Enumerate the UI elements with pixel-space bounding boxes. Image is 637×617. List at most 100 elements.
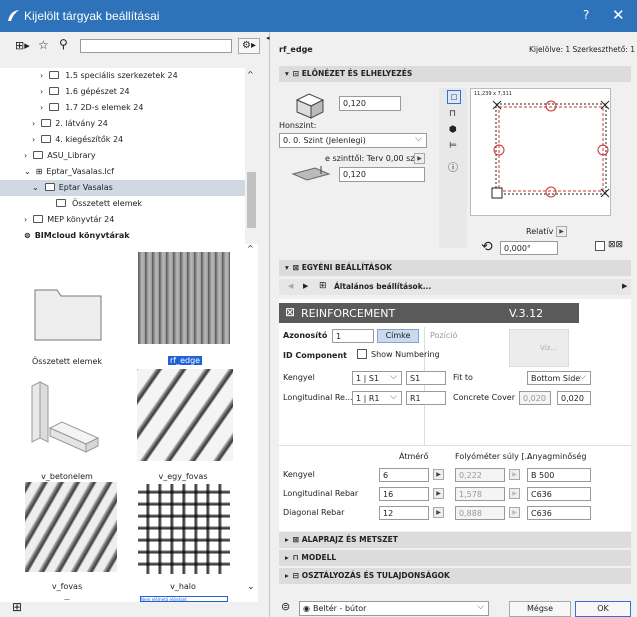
tree-item[interactable]: › ASU_Library [24, 148, 96, 164]
info-icon[interactable]: ⓘ [448, 159, 458, 174]
3d-view-icon[interactable]: ⬢ [449, 125, 457, 135]
preview-section-header[interactable]: ▾ ⊡ ELŐNÉZET ÉS ELHELYEZÉS [279, 66, 631, 82]
folder-thumb-icon[interactable] [33, 282, 103, 342]
collapse-arrow-icon[interactable]: ◂ [266, 34, 270, 42]
thumb-label-selected[interactable]: rf_edge [168, 356, 203, 365]
fit-to-select[interactable]: Bottom Side [527, 371, 591, 385]
offset-reference-button[interactable]: ▶ [414, 153, 425, 164]
relative-button[interactable]: ▶ [556, 226, 567, 237]
cover-input[interactable]: 0,020 [557, 391, 591, 405]
cimke-button[interactable]: Címke [377, 329, 419, 343]
layer-select[interactable]: ◉ Beltér - bútor [299, 601, 489, 616]
kengyel-input[interactable]: S1 [406, 371, 446, 385]
preview-canvas: 11,239 x 7,311 [470, 88, 611, 216]
tree-item[interactable]: ⊜ BIMcloud könyvtárak [24, 228, 130, 244]
reinforcement-panel: ⊠ REINFORCEMENT V.3.12 Azonosító 1 Címke… [279, 299, 631, 531]
row-weight-input: 1,578 [455, 487, 505, 501]
height-input[interactable]: 0,120 [339, 96, 401, 111]
archicad-logo-icon [8, 10, 19, 21]
library-tree: › 1.5 speciális szerkezetek 24 › 1.6 gépés… [0, 68, 258, 266]
home-story-select[interactable]: 0. 0. Szint (Jelenlegi) [279, 133, 427, 148]
fit-to-label: Fit to [453, 373, 473, 382]
offset-icon [291, 164, 331, 184]
window-title: Kijelölt tárgyak beállításai [24, 9, 160, 23]
row-diameter-button[interactable]: ▶ [433, 469, 444, 480]
offset-label: e szinttől: Terv 0,00 szint [325, 154, 425, 163]
thumb-label[interactable]: v_betonelem [12, 472, 122, 481]
ok-button[interactable]: OK [575, 601, 631, 617]
row-diameter-button[interactable]: ▶ [433, 488, 444, 499]
angle-input[interactable]: 0,000° [500, 241, 558, 255]
longitudinal-label: Longitudinal Re... [283, 393, 353, 402]
classification-section-header[interactable]: ▸ ⊟ OSZTÁLYOZÁS ÉS TULAJDONSÁGOK [279, 568, 631, 584]
page-nav-label[interactable]: Általános beállítások... [334, 282, 431, 291]
offset-input[interactable]: 0,120 [339, 167, 425, 182]
cover-label: Concrete Cover [453, 393, 516, 402]
thumb-scroll-up-icon[interactable]: ^ [247, 244, 254, 253]
library-view-icon[interactable]: ⊞▸ [15, 39, 30, 52]
longitudinal-select[interactable]: 1 | R1 [352, 391, 402, 405]
thumb-label[interactable]: v_halo [128, 582, 238, 591]
position-image: Víz... [509, 329, 569, 367]
row-diameter-input[interactable]: 12 [379, 506, 429, 520]
next-page-icon[interactable]: ▶ [303, 282, 308, 290]
tree-item[interactable]: › 1.6 gépészet 24 [40, 84, 130, 100]
tree-item[interactable]: ⌄ Eptar Vasalas [32, 180, 113, 196]
scroll-up-icon[interactable]: ^ [247, 70, 254, 79]
floor-plan-section-header[interactable]: ▸ ⊠ ALAPRAJZ ÉS METSZET [279, 532, 631, 548]
row-material-input[interactable]: C636 [527, 506, 591, 520]
help-button[interactable]: ? [583, 8, 589, 22]
concrete-element-thumb-icon[interactable] [26, 378, 106, 463]
mirror-checkbox[interactable] [595, 241, 605, 251]
tree-item[interactable]: › 1.5 speciális szerkezetek 24 [40, 68, 178, 84]
favorite-star-icon[interactable]: ☆ [38, 38, 49, 52]
kengyel-select[interactable]: 1 | S1 [352, 371, 402, 385]
plan-view-button[interactable]: □ [447, 90, 461, 104]
row-diameter-button[interactable]: ▶ [433, 507, 444, 518]
custom-section-header[interactable]: ▾ ⊠ EGYÉNI BEÁLLÍTÁSOK [279, 260, 631, 276]
thumb-label[interactable]: Összetett elemek [12, 357, 122, 366]
tree-item[interactable]: › 4. kiegészítők 24 [32, 132, 123, 148]
row-diameter-input[interactable]: 6 [379, 468, 429, 482]
library-toolbar: ⊞▸ ☆ ⚲ ⚙▸ [0, 32, 270, 60]
viz-label: Víz... [540, 344, 558, 352]
table-header-weight: Folyóméter súly [... [455, 452, 533, 461]
row-weight-button: ▶ [509, 507, 520, 518]
id-input[interactable]: 1 [332, 329, 374, 343]
id-component-label: ID Component [283, 351, 347, 360]
cancel-button[interactable]: Mégse [509, 601, 571, 617]
tree-item[interactable]: ⌄ ⊞ Eptar_Vasalas.lcf [24, 164, 114, 180]
model-section-header[interactable]: ▸ ⊓ MODELL [279, 550, 631, 566]
tree-item[interactable]: › 2. látvány 24 [32, 116, 108, 132]
relative-label: Relatív [526, 227, 554, 236]
search-input[interactable] [80, 39, 232, 53]
row-diameter-input[interactable]: 16 [379, 487, 429, 501]
prev-page-icon[interactable]: ◀ [288, 282, 293, 290]
tree-item[interactable]: › MEP könyvtár 24 [24, 212, 114, 228]
thumb-label[interactable]: v_fovas [12, 582, 122, 591]
home-story-label: Honszint: [279, 121, 317, 130]
search-icon: ⚲ [59, 37, 68, 51]
tree-scroll-thumb[interactable] [247, 172, 256, 228]
section-view-icon[interactable]: ⊓ [449, 109, 456, 119]
close-button[interactable]: ✕ [612, 6, 625, 24]
show-numbering-checkbox[interactable] [357, 349, 367, 359]
row-material-input[interactable]: B 500 [527, 468, 591, 482]
rebar-bundle-thumb-image[interactable] [25, 482, 117, 572]
tree-item[interactable]: › 1.7 2D-s elemek 24 [40, 100, 143, 116]
tree-item[interactable]: Összetett elemek [50, 196, 142, 212]
tree-scrollbar[interactable] [245, 68, 258, 266]
thumb-label[interactable]: v_egy_fovas [128, 472, 238, 481]
row-material-input[interactable]: C636 [527, 487, 591, 501]
mesh-thumb-image[interactable] [138, 484, 230, 574]
library-manager-icon[interactable]: ⊞ [12, 600, 22, 614]
rf-edge-thumb-image[interactable] [138, 252, 230, 344]
thumb-scroll-down-icon[interactable]: ⌄ [247, 582, 255, 592]
rebar-thumb-image[interactable] [137, 369, 233, 461]
classification-icon: ⊟ [292, 571, 300, 580]
selection-info: Kijelölve: 1 Szerkeszthető: 1 [528, 45, 635, 54]
library-settings-button[interactable]: ⚙▸ [238, 38, 260, 54]
longitudinal-input[interactable]: R1 [406, 391, 446, 405]
elevation-view-icon[interactable]: ⊨ [449, 141, 457, 151]
page-dropdown-icon[interactable]: ▶ [622, 282, 627, 290]
